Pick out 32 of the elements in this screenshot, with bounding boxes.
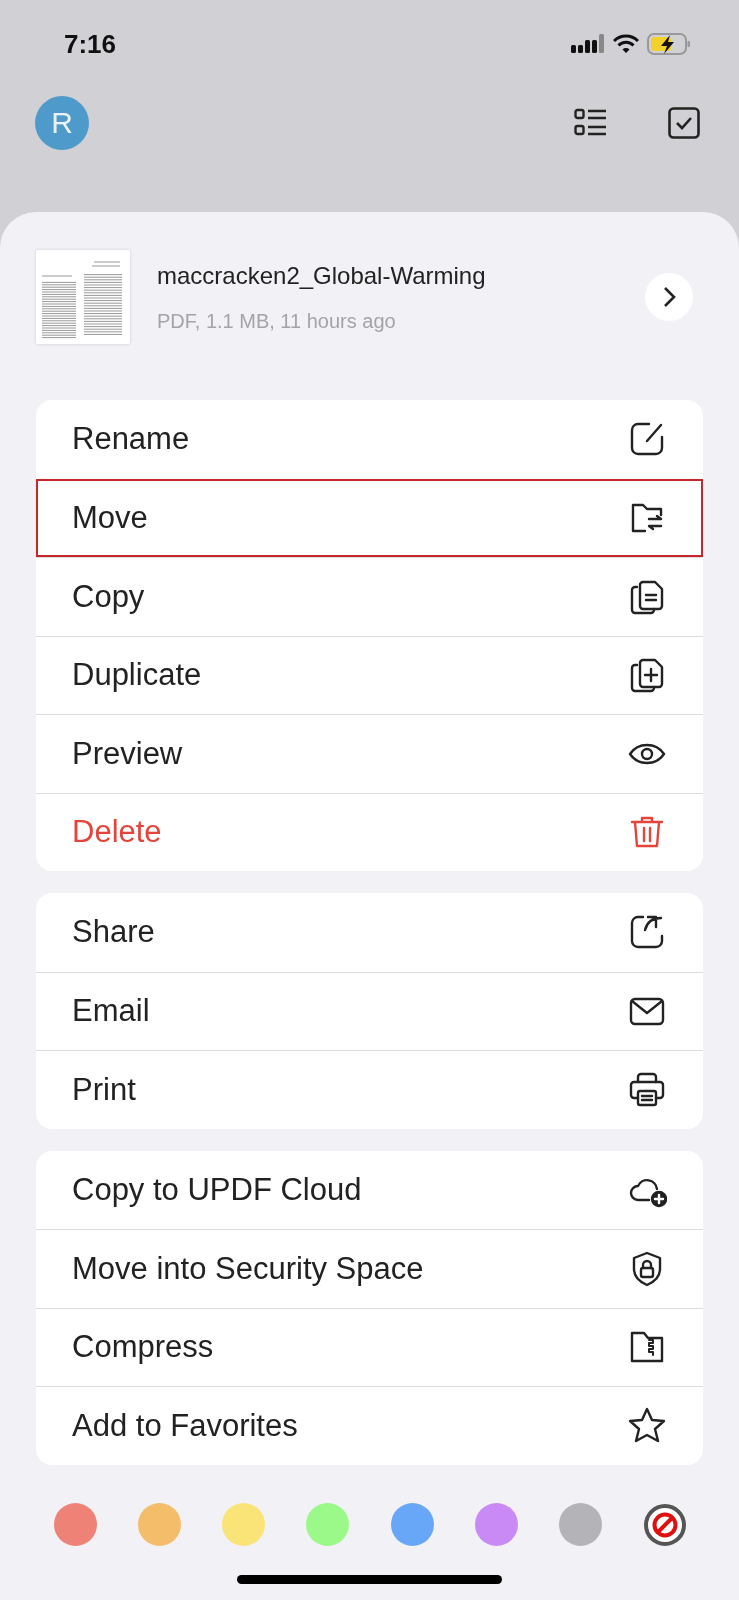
menu-item[interactable]: Rename (36, 400, 703, 479)
menu-item[interactable]: Delete (36, 792, 703, 871)
tag-color-dot[interactable] (390, 1503, 434, 1546)
menu-item[interactable]: Preview (36, 714, 703, 793)
menu-item[interactable]: Print (36, 1050, 703, 1129)
select-checkbox-icon[interactable] (668, 107, 700, 139)
menu-item[interactable]: Duplicate (36, 635, 703, 714)
menu-item[interactable]: Add to Favorites (36, 1386, 703, 1465)
details-button[interactable] (645, 273, 693, 321)
tag-color-dot[interactable] (558, 1503, 602, 1546)
battery-charging-icon (647, 33, 691, 55)
status-time: 7:16 (64, 28, 117, 60)
tag-color-dot[interactable] (222, 1503, 266, 1546)
signal-icon (571, 34, 605, 54)
file-name: maccracken2_Global-Warming (157, 261, 487, 290)
chevron-right-icon (662, 286, 676, 308)
menu-item[interactable]: Copy (36, 557, 703, 636)
menu-item[interactable]: Compress (36, 1307, 703, 1386)
tag-color-dot[interactable] (138, 1503, 182, 1546)
file-details: PDF, 1.1 MB, 11 hours ago (157, 309, 397, 333)
tag-color-dot[interactable] (306, 1503, 350, 1546)
menu-item[interactable]: Move into Security Space (36, 1229, 703, 1308)
menu-item[interactable]: Copy to UPDF Cloud (36, 1150, 703, 1229)
menu-item[interactable]: Share (36, 893, 703, 972)
tag-color-dot[interactable] (54, 1503, 97, 1546)
tag-color-dot[interactable] (474, 1503, 518, 1546)
wifi-icon (613, 34, 639, 54)
menu-item[interactable]: Email (36, 971, 703, 1050)
list-view-icon[interactable] (574, 108, 608, 138)
no-tag-icon[interactable] (643, 1502, 687, 1547)
document-thumbnail-icon (36, 250, 130, 344)
menu-item[interactable]: Move (36, 478, 703, 557)
